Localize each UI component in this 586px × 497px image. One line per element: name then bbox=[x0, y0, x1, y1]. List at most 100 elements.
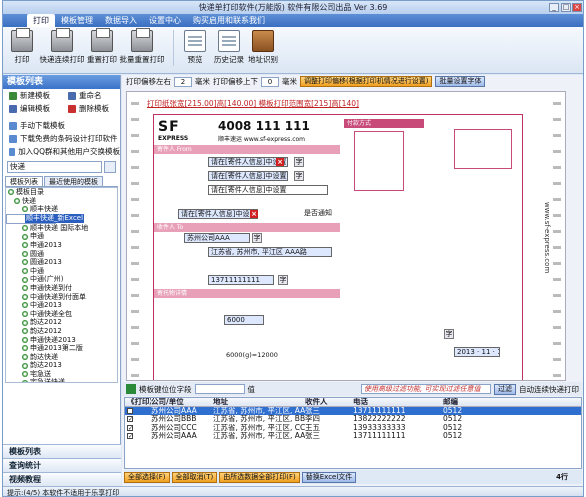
menu-print[interactable]: 打印 bbox=[27, 14, 55, 27]
tree-node[interactable]: 申通快递2013 bbox=[6, 336, 117, 345]
rename-link[interactable]: 重命名 bbox=[79, 90, 102, 101]
filter-keyword-input[interactable]: 使用高级过滤功能, 可实现过滤任意值 bbox=[361, 384, 491, 394]
receiver-address-field[interactable]: 江苏省, 苏州市, 平江区 AAA路 bbox=[208, 247, 332, 257]
tree-node[interactable]: 快递 bbox=[6, 197, 117, 206]
tree-node[interactable]: 中通2013 bbox=[6, 301, 117, 310]
link-row: 新建模板 重命名 bbox=[3, 89, 120, 102]
nav-video-tutorial[interactable]: 视频教程 bbox=[3, 472, 121, 486]
new-template-link[interactable]: 新建模板 bbox=[20, 90, 68, 101]
template-canvas[interactable]: 打印纸张宽[215.00]高[140.00] 模板打印范围宽[215]高[140… bbox=[126, 91, 566, 381]
minimize-button[interactable]: _ bbox=[549, 3, 559, 12]
template-tree[interactable]: 模板目录 快递 顺丰快递 顺丰快递_新Excel 顺丰快递 国际本地 申通 申通2013 圆通… bbox=[5, 187, 118, 383]
barcode-software-link[interactable]: 下载免费的条码设计打印软件 bbox=[3, 132, 120, 145]
receiver-phone-field[interactable]: 13711111111 bbox=[208, 275, 274, 285]
tree-node[interactable]: 顺丰快递_新Excel bbox=[6, 213, 85, 224]
tree-node[interactable]: 申通2013第二版 bbox=[6, 344, 117, 353]
payment-section: 付款方式 bbox=[344, 119, 424, 128]
tab-template-list[interactable]: 模板列表 bbox=[5, 176, 43, 186]
font-icon[interactable]: 字 bbox=[444, 329, 454, 339]
table-row[interactable]: ✓ 苏州公司BBB 江苏省, 苏州市, 平江区, BBB路李四 13822222222… bbox=[125, 415, 581, 424]
table-cell: 13933333333 bbox=[353, 423, 406, 432]
batch-font-button[interactable]: 批量设置字体 bbox=[435, 76, 486, 87]
template-search-input[interactable]: 快递 bbox=[7, 161, 102, 173]
offset-top-input[interactable]: 0 bbox=[261, 76, 279, 87]
tree-node[interactable]: 中通(广州) bbox=[6, 275, 117, 284]
edit-template-link[interactable]: 编辑模板 bbox=[20, 103, 68, 114]
maximize-button[interactable]: □ bbox=[561, 3, 571, 12]
select-all-button[interactable]: 全部选择(F) bbox=[124, 471, 170, 483]
tree-node[interactable]: 圆通 bbox=[6, 250, 117, 259]
continuous-print-button[interactable]: 快递连续打印 bbox=[40, 28, 85, 65]
tree-node[interactable]: 顺丰快递 国际本地 bbox=[6, 224, 117, 233]
font-icon[interactable]: 字 bbox=[252, 233, 262, 243]
row-checkbox[interactable] bbox=[127, 407, 133, 414]
menu-import[interactable]: 数据导入 bbox=[99, 14, 143, 27]
weight-field[interactable]: 6000 bbox=[224, 315, 264, 325]
offset-top-label: 打印偏移上下 bbox=[213, 77, 258, 86]
row-checkbox[interactable]: ✓ bbox=[127, 424, 133, 431]
table-row[interactable]: ✓ 苏州公司AAA 江苏省, 苏州市, 平江区, AAA路张三 13711111111… bbox=[125, 432, 581, 441]
menu-template[interactable]: 模板管理 bbox=[55, 14, 99, 27]
tree-node[interactable]: 申通 bbox=[6, 232, 117, 241]
tab-recent-templates[interactable]: 最近使用的模板 bbox=[44, 176, 103, 186]
font-icon[interactable]: 字 bbox=[294, 171, 304, 181]
tree-node[interactable]: 韵达2012 bbox=[6, 327, 117, 336]
document-icon bbox=[218, 30, 240, 52]
row-checkbox[interactable]: ✓ bbox=[127, 416, 133, 423]
left-tabs: 模板列表 最近使用的模板 bbox=[5, 176, 118, 187]
tree-node[interactable]: 中通快递到付面单 bbox=[6, 293, 117, 302]
sender-company-field[interactable]: 请在[寄件人信息]中设置 bbox=[208, 171, 288, 181]
tree-node[interactable]: 韵达2012 bbox=[6, 318, 117, 327]
date-field[interactable]: 2013 · 11 · 18 bbox=[454, 347, 500, 357]
download-template-link[interactable]: 手动下载模板 bbox=[3, 119, 120, 132]
table-row[interactable]: ✓ 苏州公司CCC 江苏省, 苏州市, 平江区, CCC路王五 13933333333… bbox=[125, 424, 581, 433]
auto-print-label[interactable]: 自动连续快递打印 bbox=[519, 384, 579, 395]
tree-node[interactable]: 顺丰快递 bbox=[6, 205, 117, 214]
data-grid[interactable]: 《打印》公司/单位 地址 收件人 电话 邮编苏州公司AAA 江苏省, 苏州市, 平江区, … bbox=[124, 397, 582, 469]
delete-field-icon[interactable]: × bbox=[250, 210, 258, 218]
qq-group-link[interactable]: 加入QQ群和其他用户交换模板 bbox=[3, 145, 120, 158]
sender-address-field[interactable]: 请在[寄件人信息]中设置 bbox=[208, 185, 328, 195]
print-button[interactable]: 打印 bbox=[7, 28, 37, 65]
tree-node[interactable]: 申通2013 bbox=[6, 241, 117, 250]
reprint-button[interactable]: 重置打印 bbox=[87, 28, 117, 65]
filter-button[interactable]: 过滤 bbox=[494, 383, 516, 395]
table-cell: 苏州公司AAA bbox=[151, 406, 197, 415]
tree-node[interactable]: 圆通2013 bbox=[6, 258, 117, 267]
offset-left-input[interactable]: 2 bbox=[174, 76, 192, 87]
replace-excel-button[interactable]: 替换Excel文件 bbox=[301, 471, 357, 483]
batch-reprint-button[interactable]: 批量重置打印 bbox=[120, 28, 165, 65]
tree-node[interactable]: 韵达2013 bbox=[6, 361, 117, 370]
deselect-all-button[interactable]: 全部取消(T) bbox=[171, 471, 218, 483]
delete-template-link[interactable]: 删除模板 bbox=[79, 103, 109, 114]
vertical-label: www.sf-express.com bbox=[543, 202, 551, 274]
menu-buy[interactable]: 购买启用和联系我们 bbox=[187, 14, 271, 27]
font-icon[interactable]: 字 bbox=[294, 157, 304, 167]
sender-address2-field[interactable]: 请在[寄件人信息]中设置 bbox=[178, 209, 258, 219]
tree-node[interactable]: 模板目录 bbox=[6, 188, 117, 197]
row-checkbox[interactable]: ✓ bbox=[127, 433, 133, 440]
filter-eq-label: 值 bbox=[247, 384, 256, 394]
history-button[interactable]: 历史记录 bbox=[214, 30, 244, 65]
search-icon[interactable] bbox=[104, 161, 116, 173]
filter-field-select[interactable] bbox=[194, 384, 245, 394]
tree-node[interactable]: 申通快递到付 bbox=[6, 284, 117, 293]
nav-template-list[interactable]: 模板列表 bbox=[3, 444, 121, 458]
address-recognize-button[interactable]: 地址识别 bbox=[248, 30, 278, 65]
receiver-company-field[interactable]: 苏州公司AAA bbox=[184, 233, 250, 243]
table-cell: 苏州公司AAA bbox=[151, 432, 197, 441]
offset-left-label: 打印偏移左右 bbox=[126, 77, 171, 86]
table-row[interactable]: 苏州公司AAA 江苏省, 苏州市, 平江区, AAA路张三 13711111111 0… bbox=[125, 406, 581, 416]
title-bar: 快递单打印软件(万能版) 软件有限公司出品 Ver 3.69 _ □ × bbox=[3, 1, 583, 14]
menu-settings[interactable]: 设置中心 bbox=[143, 14, 187, 27]
tree-node[interactable]: 宅急送快递 bbox=[6, 378, 117, 382]
close-button[interactable]: × bbox=[572, 3, 582, 12]
font-icon[interactable]: 字 bbox=[278, 275, 288, 285]
print-selected-button[interactable]: 由所选数据全部打印(F) bbox=[219, 471, 300, 483]
tree-node[interactable]: 韵达快递 bbox=[6, 353, 117, 362]
delete-field-icon[interactable]: × bbox=[276, 158, 284, 166]
adjust-offset-button[interactable]: 调整打印偏移(根据打印机情况进行设置) bbox=[300, 76, 433, 87]
preview-button[interactable]: 预览 bbox=[180, 30, 210, 65]
notify-checkbox-label[interactable]: 是否通知 bbox=[302, 209, 354, 219]
nav-query-stats[interactable]: 查询统计 bbox=[3, 458, 121, 472]
